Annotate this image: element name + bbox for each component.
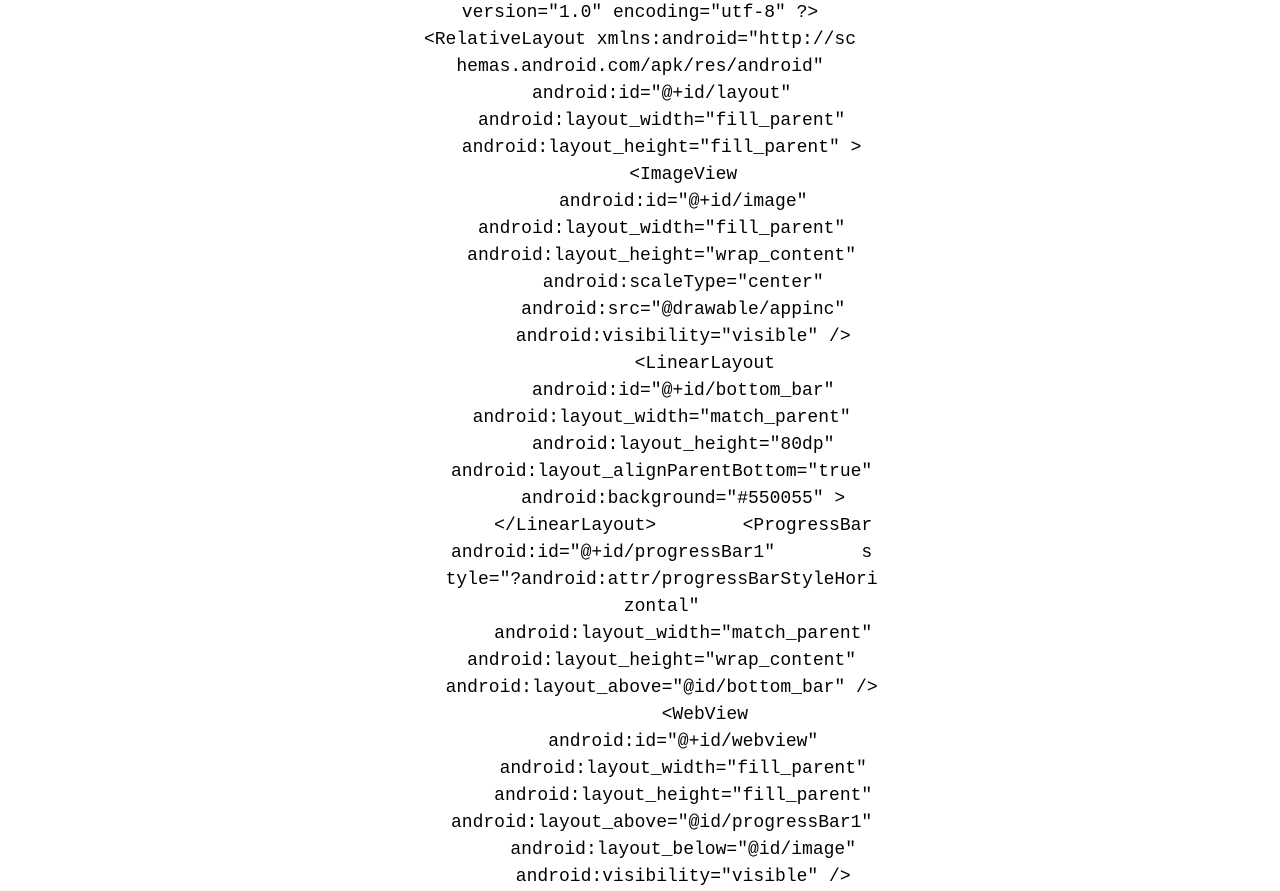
code-line-16: android:layout_height="80dp": [200, 432, 1080, 459]
code-line-14: android:id="@+id/bottom_bar": [200, 378, 1080, 405]
code-line-12: android:visibility="visible" />: [200, 324, 1080, 351]
code-line-30: android:layout_above="@id/progressBar1": [200, 810, 1080, 837]
code-line-26: <WebView: [200, 702, 1080, 729]
code-line-24: android:layout_height="wrap_content": [200, 648, 1080, 675]
code-line-27: android:id="@+id/webview": [200, 729, 1080, 756]
code-line-0: version="1.0" encoding="utf-8" ?>: [200, 0, 1080, 27]
code-line-19: </LinearLayout> <ProgressBar: [200, 513, 1080, 540]
code-line-3: android:id="@+id/layout": [200, 81, 1080, 108]
code-line-29: android:layout_height="fill_parent": [200, 783, 1080, 810]
code-line-5: android:layout_height="fill_parent" >: [200, 135, 1080, 162]
code-line-22: zontal": [200, 594, 1080, 621]
code-line-25: android:layout_above="@id/bottom_bar" />: [200, 675, 1080, 702]
code-line-18: android:background="#550055" >: [200, 486, 1080, 513]
code-line-4: android:layout_width="fill_parent": [200, 108, 1080, 135]
code-line-11: android:src="@drawable/appinc": [200, 297, 1080, 324]
code-line-32: android:visibility="visible" />: [200, 864, 1080, 891]
code-line-28: android:layout_width="fill_parent": [200, 756, 1080, 783]
code-line-8: android:layout_width="fill_parent": [200, 216, 1080, 243]
code-line-17: android:layout_alignParentBottom="true": [200, 459, 1080, 486]
code-line-23: android:layout_width="match_parent": [200, 621, 1080, 648]
code-line-7: android:id="@+id/image": [200, 189, 1080, 216]
code-line-10: android:scaleType="center": [200, 270, 1080, 297]
code-line-1: <RelativeLayout xmlns:android="http://sc: [200, 27, 1080, 54]
code-line-13: <LinearLayout: [200, 351, 1080, 378]
code-line-20: android:id="@+id/progressBar1" s: [200, 540, 1080, 567]
code-line-21: tyle="?android:attr/progressBarStyleHori: [200, 567, 1080, 594]
code-line-6: <ImageView: [200, 162, 1080, 189]
code-line-2: hemas.android.com/apk/res/android": [200, 54, 1080, 81]
code-line-9: android:layout_height="wrap_content": [200, 243, 1080, 270]
code-line-31: android:layout_below="@id/image": [200, 837, 1080, 864]
code-line-15: android:layout_width="match_parent": [200, 405, 1080, 432]
code-block: version="1.0" encoding="utf-8" ?><Relati…: [0, 0, 1280, 891]
